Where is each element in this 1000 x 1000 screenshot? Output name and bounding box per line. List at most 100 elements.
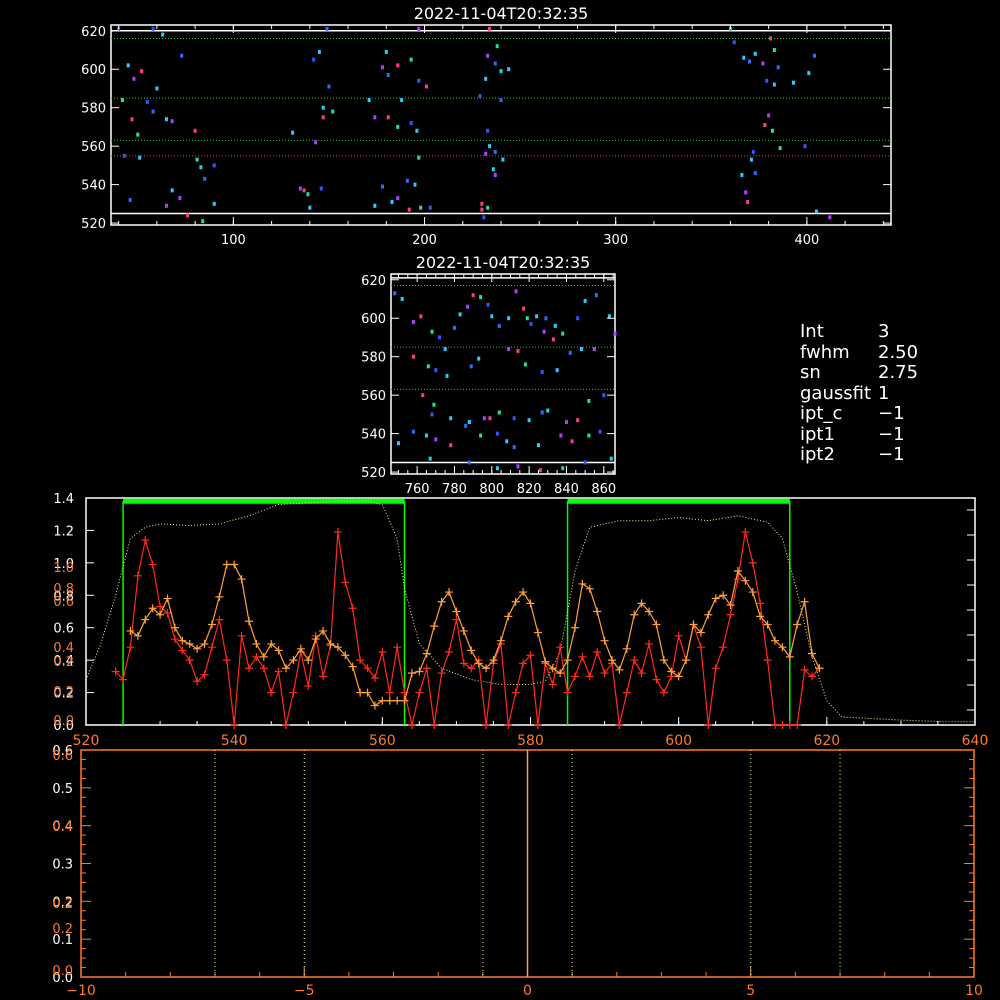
mid-point [522,306,526,311]
orange-series-marker [370,701,379,710]
mid-ytick-label: 620 [361,274,386,289]
mid-point [516,464,520,469]
orange-series-marker [215,592,224,601]
red-series-marker [348,604,357,613]
mid-point [471,293,475,298]
mid-ytick-label: 540 [361,428,386,443]
top-point [373,115,377,120]
top-point [749,157,753,162]
mid-panel [390,273,617,475]
profile-xtick-label: 600 [665,733,692,749]
bottom-ylabel-white: 0.3 [52,858,73,873]
mid-point [559,433,563,438]
top-point [367,98,371,102]
mid-point [452,325,456,330]
top-point [778,146,782,151]
top-point [178,196,182,201]
top-point [138,155,142,160]
envelope-line [85,500,975,723]
top-point [130,117,134,122]
bottom-xtick-label: −5 [294,983,315,999]
mid-ytick-label: 580 [361,351,386,366]
red-series-marker [741,528,750,537]
red-series-marker [748,558,757,567]
mid-xtick-label: 860 [591,482,616,497]
orange-series-marker [200,639,209,648]
top-point [405,178,409,183]
red-series-marker [170,635,179,644]
top-point [740,173,744,177]
profile-ylabel-orange: 0.8 [53,582,74,597]
red-series-marker [445,648,454,657]
top-point [753,171,757,176]
mid-xtick-label: 840 [554,482,579,497]
red-series-marker [696,643,705,652]
mid-point [546,408,550,413]
bottom-ylabel-orange: 0.0 [52,964,73,979]
info-label: gaussfit [800,382,872,404]
top-point [417,155,421,160]
mid-xtick-label: 800 [479,482,504,497]
top-point [770,128,774,133]
orange-series-marker [459,626,468,635]
red-series-marker [304,682,313,691]
mid-point [512,445,516,450]
mid-point [477,356,481,361]
red-series-marker [459,659,468,668]
top-point [317,49,321,54]
top-point [493,61,497,66]
top-ytick-label: 520 [81,217,106,232]
red-series-marker [259,664,268,673]
mid-point [544,316,548,321]
orange-series-marker [222,560,231,569]
mid-point [535,314,539,319]
red-series-marker [289,688,298,697]
top-point [170,188,174,193]
top-point [122,153,126,158]
orange-series-marker [230,560,239,569]
profile-panel [85,497,976,729]
mid-point [568,350,572,355]
top-point [373,203,377,208]
orange-series-marker [652,620,661,629]
orange-series-marker [667,667,676,676]
orange-series-marker [674,672,683,681]
top-point [327,84,331,89]
top-point [744,190,748,195]
orange-series-marker [207,620,216,629]
mid-point [430,329,434,334]
top-point [407,207,411,212]
orange-series-marker [356,688,365,697]
top-point [409,121,413,126]
top-point [488,26,492,31]
top-ytick-label: 620 [81,25,106,40]
top-ytick-label: 540 [81,179,106,194]
orange-series-marker [126,626,135,635]
top-point [321,105,325,110]
red-series-marker [341,578,350,587]
info-value: 1 [878,382,890,404]
top-point [151,26,155,31]
orange-series-marker [407,669,416,678]
orange-series-marker [133,631,142,640]
red-series-marker [645,639,654,648]
top-point [145,99,149,104]
red-series-marker [622,688,631,697]
mid-point [564,420,568,425]
top-point [312,57,316,62]
orange-series-marker [259,652,268,661]
top-point [814,209,818,214]
mid-point [490,314,494,319]
red-series-marker [504,721,513,729]
top-ytick-label: 600 [81,63,106,78]
top-point [480,207,484,212]
red-series-marker [237,631,246,640]
orange-series-marker [415,667,424,676]
mid-point [434,437,438,442]
red-series-marker [615,721,624,729]
orange-series-marker [578,579,587,588]
mid-point [540,410,544,415]
orange-series-marker [193,644,202,653]
mid-point [609,456,613,461]
top-point [742,55,746,60]
